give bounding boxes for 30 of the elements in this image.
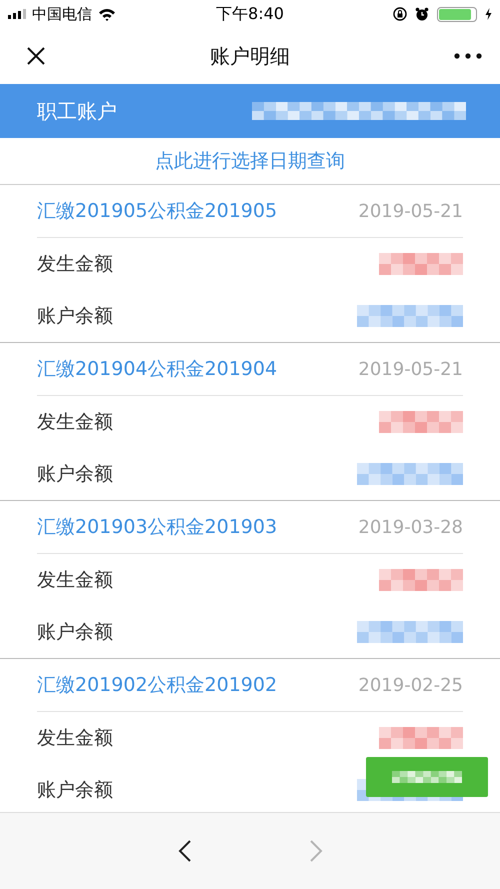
rotation-lock-icon — [393, 7, 407, 21]
account-label: 职工账户 — [37, 98, 117, 124]
record-title: 汇缴201902公积金201902 — [37, 673, 278, 698]
back-button[interactable] — [176, 839, 192, 863]
more-button[interactable] — [454, 53, 482, 59]
record-title: 汇缴201904公积金201904 — [37, 357, 278, 382]
field-label: 账户余额 — [37, 462, 113, 487]
alarm-icon — [415, 7, 429, 21]
record-date: 2019-05-21 — [358, 358, 463, 380]
charging-icon — [485, 8, 492, 20]
field-label: 发生金额 — [37, 568, 113, 593]
record-date: 2019-02-25 — [358, 674, 463, 696]
record-date: 2019-03-28 — [358, 516, 463, 538]
record-date: 2019-05-21 — [358, 200, 463, 222]
field-label: 账户余额 — [37, 778, 113, 803]
close-button[interactable] — [26, 46, 46, 66]
field-label: 发生金额 — [37, 410, 113, 435]
signal-icon — [8, 9, 26, 19]
field-label: 发生金额 — [37, 726, 113, 751]
field-label: 账户余额 — [37, 620, 113, 645]
date-query-link[interactable]: 点此进行选择日期查询 — [155, 148, 345, 174]
record-title: 汇缴201905公积金201905 — [37, 199, 278, 224]
wifi-icon — [98, 8, 116, 20]
status-time: 下午8:40 — [216, 4, 284, 24]
battery-icon — [437, 6, 477, 22]
carrier-name: 中国电信 — [32, 4, 92, 24]
field-label: 发生金额 — [37, 252, 113, 277]
field-label: 账户余额 — [37, 304, 113, 329]
page-title: 账户明细 — [210, 42, 290, 70]
record-title: 汇缴201903公积金201903 — [37, 515, 278, 540]
